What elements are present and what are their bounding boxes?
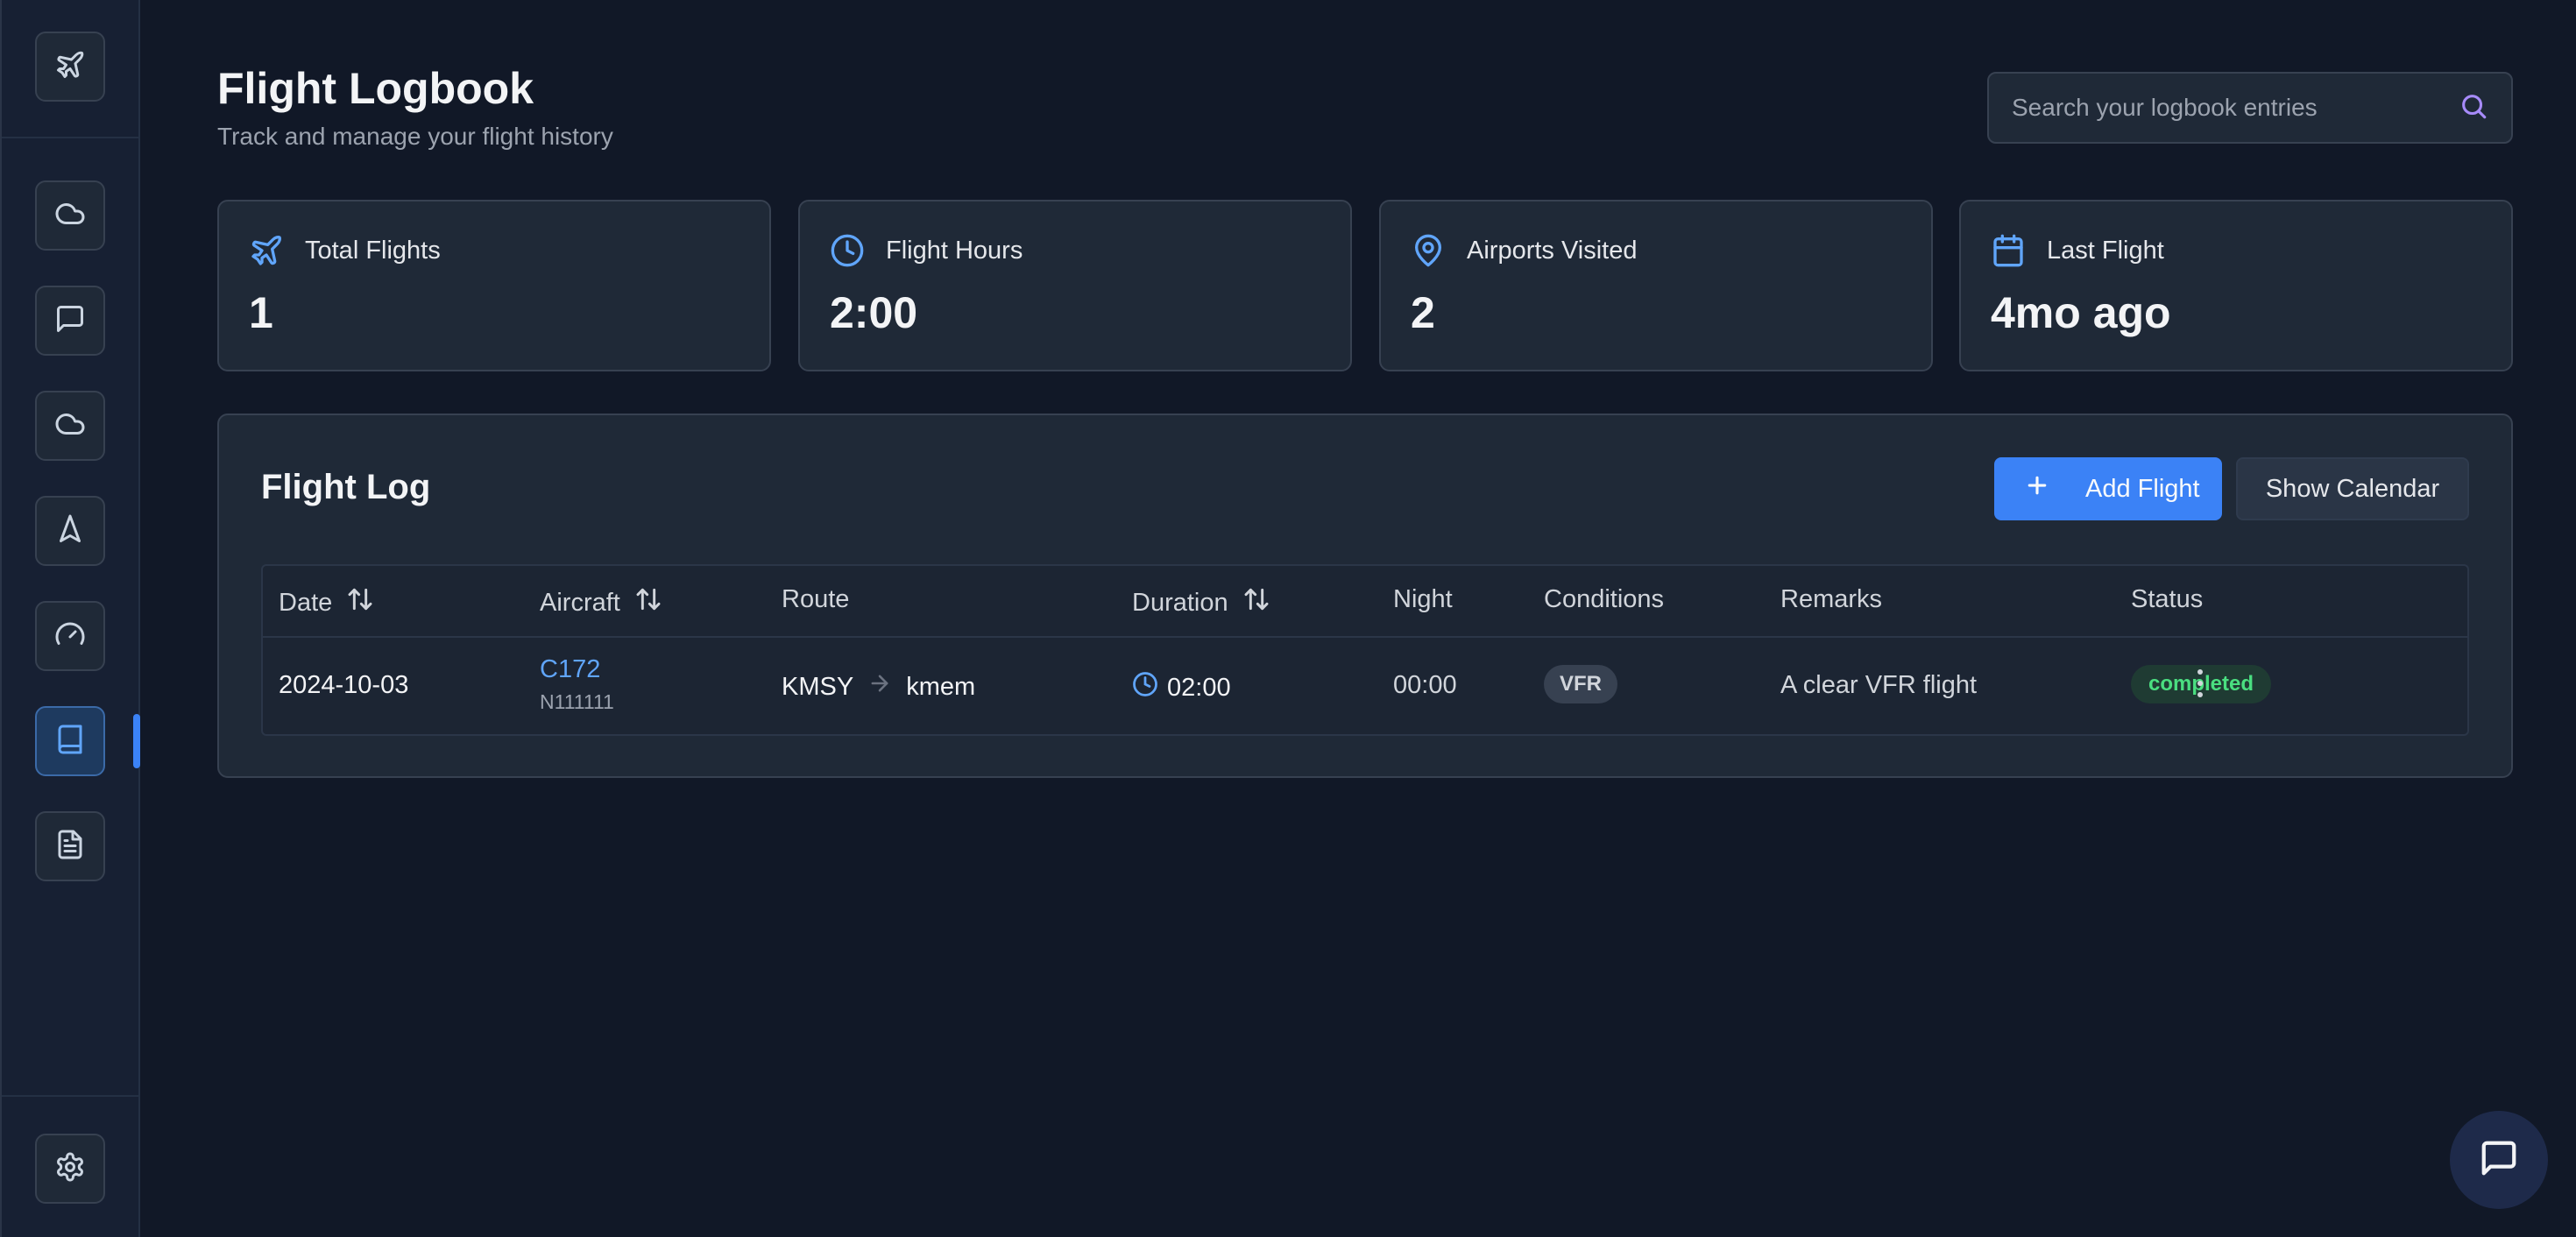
sidebar-item-performance[interactable] [35, 601, 105, 671]
column-header-duration[interactable]: Duration [1132, 585, 1270, 620]
message-icon [54, 303, 86, 339]
route-to: kmem [906, 672, 976, 701]
gauge-icon [54, 618, 86, 654]
stat-label: Airports Visited [1467, 237, 1638, 265]
add-flight-button[interactable]: Add Flight [1994, 457, 2222, 520]
stat-value: 2:00 [830, 288, 918, 337]
cell-remarks: A clear VFR flight [1780, 671, 1978, 699]
plane-icon [54, 49, 86, 85]
document-icon [54, 829, 86, 865]
sidebar [0, 0, 140, 1237]
chat-fab-button[interactable] [2450, 1111, 2548, 1209]
column-header-aircraft[interactable]: Aircraft [540, 585, 662, 620]
stat-label: Total Flights [305, 237, 441, 265]
sidebar-footer [2, 1095, 140, 1237]
stat-label: Flight Hours [886, 237, 1023, 265]
sidebar-item-navigation[interactable] [35, 496, 105, 566]
sidebar-item-chat[interactable] [35, 286, 105, 356]
row-actions-menu-icon[interactable] [2187, 666, 2213, 701]
cell-date: 2024-10-03 [279, 671, 409, 699]
cell-registration: N111111 [540, 690, 614, 713]
sort-icon [1228, 585, 1270, 620]
sort-icon [620, 585, 662, 620]
sidebar-item-weather[interactable] [35, 180, 105, 251]
conditions-badge: VFR [1544, 665, 1617, 703]
page-subtitle: Track and manage your flight history [217, 123, 613, 150]
cell-route: KMSY kmem [782, 671, 975, 703]
column-header-conditions: Conditions [1544, 585, 1665, 613]
column-header-remarks: Remarks [1780, 585, 1883, 613]
book-icon [54, 724, 86, 760]
sidebar-header [2, 0, 140, 138]
stat-value: 2 [1411, 288, 1435, 337]
column-header-date[interactable]: Date [279, 585, 374, 620]
stat-label: Last Flight [2047, 237, 2164, 265]
column-header-route: Route [782, 585, 850, 613]
search-input[interactable] [2012, 94, 2459, 122]
search-icon[interactable] [2459, 91, 2488, 125]
sidebar-item-logbook[interactable] [35, 706, 105, 776]
sidebar-item-documents[interactable] [35, 811, 105, 881]
arrow-right-icon [853, 671, 906, 703]
gear-icon [54, 1151, 86, 1187]
cloud-icon [54, 408, 86, 444]
stat-card-last-flight: Last Flight 4mo ago [1959, 200, 2513, 371]
message-icon [2479, 1138, 2519, 1183]
route-from: KMSY [782, 672, 854, 701]
navigation-icon [54, 513, 86, 549]
stat-value: 1 [249, 288, 273, 337]
app-logo-button[interactable] [35, 32, 105, 102]
cell-duration: 02:00 [1132, 671, 1231, 704]
clock-icon [1132, 671, 1167, 704]
sidebar-item-forecast[interactable] [35, 391, 105, 461]
page-title: Flight Logbook [217, 64, 534, 113]
column-header-night: Night [1393, 585, 1453, 613]
cell-aircraft-type[interactable]: C172 [540, 655, 600, 684]
settings-button[interactable] [35, 1134, 105, 1204]
stat-card-airports-visited: Airports Visited 2 [1379, 200, 1933, 371]
stat-card-flight-hours: Flight Hours 2:00 [798, 200, 1352, 371]
flight-log-panel: Flight Log Add Flight Show Calendar Date… [217, 414, 2513, 778]
plus-icon [2024, 472, 2085, 505]
stat-value: 4mo ago [1991, 288, 2171, 337]
column-header-status: Status [2131, 585, 2204, 613]
map-pin-icon [1411, 233, 1446, 268]
add-flight-label: Add Flight [2085, 474, 2200, 503]
cell-night: 00:00 [1393, 671, 1457, 699]
table-header: Date Aircraft Route Duration Night Condi… [263, 566, 2467, 638]
plane-icon [249, 233, 284, 268]
flight-log-title: Flight Log [261, 468, 431, 506]
clock-icon [830, 233, 865, 268]
flight-log-table: Date Aircraft Route Duration Night Condi… [261, 564, 2469, 736]
search-box [1987, 72, 2513, 144]
cloud-icon [54, 198, 86, 234]
stat-card-total-flights: Total Flights 1 [217, 200, 771, 371]
sort-icon [332, 585, 374, 620]
calendar-icon [1991, 233, 2026, 268]
show-calendar-button[interactable]: Show Calendar [2236, 457, 2469, 520]
active-indicator [133, 714, 140, 768]
